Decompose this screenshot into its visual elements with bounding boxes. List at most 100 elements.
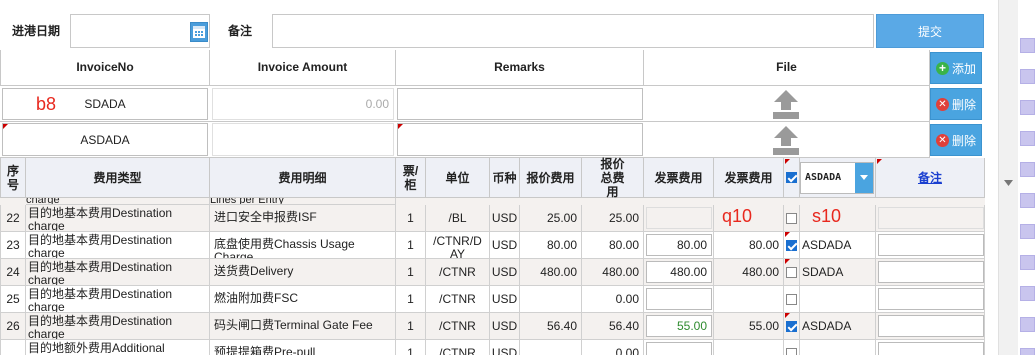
invoice-checkbox[interactable]: [786, 293, 797, 305]
invoice-fee-header: 发票费用: [644, 158, 714, 198]
invoice-remarks-input[interactable]: [397, 88, 643, 120]
per-cell: 1: [396, 205, 426, 232]
remark-cell: [876, 259, 985, 286]
invoice-remarks-input[interactable]: [397, 123, 643, 156]
seq-cell: 23: [0, 232, 26, 259]
invoice-checkbox[interactable]: [786, 212, 797, 224]
fee-detail-cell-line1: 送货费Delivery: [214, 264, 294, 278]
fee-type-cell: charge: [26, 198, 210, 205]
remark-input[interactable]: [878, 207, 984, 229]
invoice-checkbox[interactable]: [786, 347, 797, 355]
fee-detail-header: 费用明细: [210, 158, 396, 198]
arrival-date-label: 进港日期: [12, 24, 61, 38]
error-marker: [785, 232, 790, 237]
invoice-fee-input[interactable]: [646, 288, 712, 310]
fee-type-cell: 目的地基本费用Destination charge: [26, 232, 210, 259]
calendar-icon[interactable]: [190, 22, 208, 42]
invoice-fee-2-cell: 80.00: [714, 232, 784, 259]
seq-cell: [0, 340, 26, 355]
invoice-select-dropdown[interactable]: ASDADA: [800, 161, 874, 194]
per-cell: 1: [396, 259, 426, 286]
per-header: 票/柜: [396, 158, 426, 198]
invoice-checkbox[interactable]: [786, 239, 797, 251]
fee-detail-cell: 燃油附加费FSC: [210, 286, 396, 313]
scroll-down-icon[interactable]: [1004, 180, 1013, 186]
remark-cell: [876, 232, 985, 259]
invoice-fee-cell: [644, 205, 714, 232]
invoice-fee-2-cell: 55.00: [714, 313, 784, 340]
invoice-fee-input[interactable]: 80.00: [646, 234, 712, 256]
upload-icon[interactable]: [770, 88, 802, 123]
invoice-no-input[interactable]: ASDADA: [2, 123, 208, 156]
side-block: [1020, 317, 1035, 332]
invoice-no-cell: [800, 286, 876, 313]
add-button-label: 添加: [951, 61, 976, 76]
chevron-down-icon[interactable]: [855, 162, 873, 193]
invoice-checkbox[interactable]: [786, 320, 797, 332]
invoice-fee-input[interactable]: 55.00: [646, 315, 712, 337]
remark-input[interactable]: [878, 342, 984, 355]
invoice-checkbox[interactable]: [786, 266, 797, 278]
delete-x-icon: ✕: [935, 97, 949, 111]
remark-input[interactable]: [878, 315, 984, 337]
fee-type-cell: 目的地额外费用Additional: [26, 340, 210, 355]
invoice-amount-input[interactable]: 0.00: [212, 88, 394, 120]
invoice-select-header: ASDADA: [800, 158, 876, 198]
delete-invoice-button[interactable]: ✕ 删除: [930, 124, 982, 156]
fee-detail-cell: 预提提箱费Pre-pull: [210, 340, 396, 355]
upload-icon[interactable]: [770, 124, 802, 159]
fee-type-cell-line2: charge: [28, 246, 65, 259]
invoice-amount-input[interactable]: [212, 123, 394, 156]
remark-input[interactable]: [878, 234, 984, 256]
quote-fee-cell: 80.00: [520, 232, 582, 259]
fee-type-cell-line2: charge: [28, 219, 65, 232]
fee-detail-cell: 码头闸口费Terminal Gate Fee: [210, 313, 396, 340]
currency-cell: USD: [490, 205, 520, 232]
quote-fee-cell: 56.40: [520, 313, 582, 340]
right-side-panel: [1018, 0, 1035, 355]
unit-cell-line1: /CTNR: [439, 319, 476, 333]
delete-button-label: 删除: [951, 133, 976, 148]
remark-link-header[interactable]: 备注: [876, 158, 985, 198]
invoice-fee-cell: 480.00: [644, 259, 714, 286]
invoice-no-header: InvoiceNo: [0, 50, 210, 86]
invoice-no-input[interactable]: SDADA: [2, 88, 208, 120]
quote-total-cell: 480.00: [582, 259, 644, 286]
side-block: [1020, 193, 1035, 208]
delete-invoice-button[interactable]: ✕ 删除: [930, 88, 982, 120]
fee-row: 目的地额外费用Additional 预提提箱费Pre-pull 1/CTNR USD 0…: [0, 340, 985, 355]
submit-button[interactable]: 提交: [876, 14, 984, 48]
fee-type-cell: 目的地基本费用Destination charge: [26, 205, 210, 232]
select-all-header: [784, 158, 800, 198]
fee-detail-cell: Lines per Entry: [210, 198, 396, 205]
remark-input[interactable]: [878, 288, 984, 310]
remark-input[interactable]: [878, 261, 984, 283]
unit-cell-line1: /BL: [448, 211, 467, 225]
unit-cell-line1: /CTNR: [439, 292, 476, 306]
quote-total-cell: 25.00: [582, 205, 644, 232]
annotation-b8: b8: [36, 94, 57, 114]
invoice-fee-input[interactable]: 480.00: [646, 261, 712, 283]
fee-row: 25 目的地基本费用Destination charge 燃油附加费FSC 1/CTNR…: [0, 286, 985, 313]
invoice-fee-input[interactable]: [646, 342, 712, 355]
invoice-fee-header-2: 发票费用: [714, 158, 784, 198]
invoice-fee-cell: 55.00: [644, 313, 714, 340]
invoice-select-value: ASDADA: [805, 171, 842, 183]
remark-input[interactable]: [272, 14, 874, 48]
remark-cell: [876, 286, 985, 313]
arrival-date-input[interactable]: [70, 14, 210, 48]
quote-fee-cell: 25.00: [520, 205, 582, 232]
unit-cell-line1: /CTNR: [439, 346, 476, 355]
vertical-scrollbar[interactable]: [998, 0, 1018, 355]
select-all-checkbox[interactable]: [786, 172, 797, 183]
invoice-fee-input[interactable]: [646, 207, 712, 229]
error-marker: [877, 159, 882, 164]
currency-cell: USD: [490, 286, 520, 313]
fee-detail-cell: 进口安全申报费ISF: [210, 205, 396, 232]
add-invoice-button[interactable]: + 添加: [930, 52, 982, 84]
error-marker: [3, 124, 8, 129]
currency-cell: USD: [490, 340, 520, 355]
per-cell: 1: [396, 313, 426, 340]
quote-fee-cell: [520, 340, 582, 355]
delete-x-icon: ✕: [935, 133, 949, 147]
